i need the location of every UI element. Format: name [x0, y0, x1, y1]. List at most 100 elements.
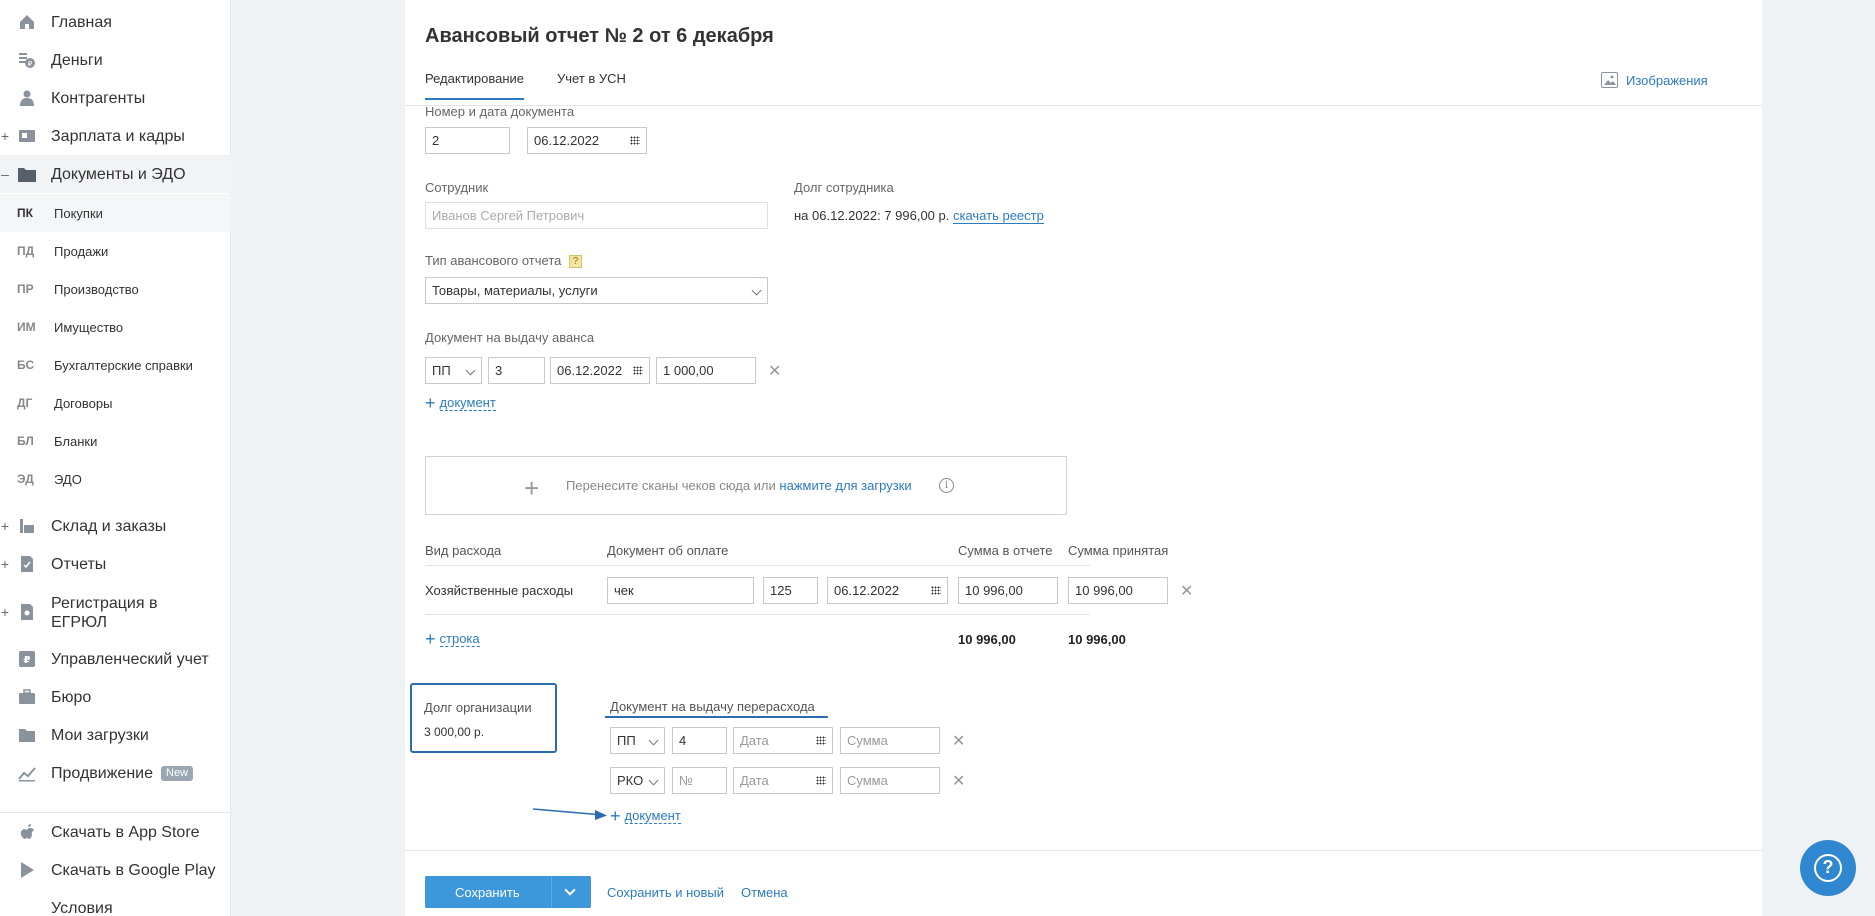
doc-number-input[interactable]: 2 — [425, 127, 510, 154]
remove-row-icon[interactable]: ✕ — [1180, 581, 1193, 601]
expand-toggle[interactable]: + — [0, 604, 10, 620]
org-debt-label: Долг организации — [424, 700, 532, 715]
sidebar-item-terms[interactable]: Условия — [0, 897, 231, 916]
calendar-icon[interactable] — [931, 586, 941, 595]
overspend-date-input-2[interactable]: Дата — [733, 767, 833, 794]
overspend-date-input-1[interactable]: Дата — [733, 727, 833, 754]
payment-doc-date-input[interactable]: 06.12.2022 — [827, 577, 948, 604]
sidebar-subitem-contracts[interactable]: ДГ Договоры — [0, 384, 231, 422]
sidebar-item-reports[interactable]: + Отчеты — [0, 553, 231, 575]
subitem-abbr: ЭД — [17, 472, 34, 486]
sidebar-item-bureau[interactable]: Бюро — [0, 686, 231, 708]
payment-doc-input[interactable]: чек — [607, 577, 754, 604]
doc-date-input[interactable]: 06.12.2022 — [527, 127, 647, 154]
sum-accepted-input[interactable]: 10 996,00 — [1068, 577, 1168, 604]
sidebar-item-registration[interactable]: + Регистрация в ЕГРЮЛ — [0, 592, 231, 632]
overspend-type-select-2[interactable]: РКО — [610, 767, 665, 794]
tab-usn[interactable]: Учет в УСН — [557, 71, 626, 98]
report-type-select[interactable]: Товары, материалы, услуги — [425, 277, 768, 304]
calendar-icon[interactable] — [816, 776, 826, 785]
collapse-toggle[interactable]: – — [0, 166, 10, 182]
chevron-down-icon[interactable] — [564, 884, 576, 896]
sidebar-item-home[interactable]: Главная — [0, 11, 231, 33]
calendar-icon[interactable] — [816, 736, 826, 745]
expand-toggle[interactable]: + — [0, 128, 10, 144]
report-type-label: Тип авансового отчета ? — [425, 253, 582, 268]
sidebar-item-warehouse[interactable]: + Склад и заказы — [0, 515, 231, 537]
upload-hint: Перенесите сканы чеков сюда или нажмите … — [566, 478, 912, 493]
sidebar-item-salary[interactable]: + Зарплата и кадры — [0, 125, 231, 147]
subitem-abbr: ДГ — [17, 396, 33, 410]
sidebar-item-google-play[interactable]: Скачать в Google Play — [0, 859, 231, 881]
add-overspend-document[interactable]: + документ — [610, 807, 681, 825]
overspend-type-1: ПП — [617, 733, 636, 748]
plus-icon: + — [425, 393, 436, 413]
overspend-label-underline — [605, 716, 828, 718]
sidebar-item-my-downloads[interactable]: Мои загрузки — [0, 724, 231, 746]
calendar-icon[interactable] — [633, 366, 643, 375]
save-button[interactable]: Сохранить — [425, 876, 591, 908]
help-button[interactable]: ? — [1800, 840, 1856, 896]
help-hint-icon[interactable]: ? — [568, 255, 582, 268]
add-row-link[interactable]: строка — [439, 631, 480, 647]
report-type-label-text: Тип авансового отчета — [425, 253, 562, 268]
remove-overspend-1-icon[interactable]: ✕ — [952, 731, 965, 751]
sidebar-item-contractors[interactable]: Контрагенты — [0, 87, 231, 109]
payment-doc-number: 125 — [770, 583, 792, 598]
add-row[interactable]: + строка — [425, 630, 480, 648]
table-header-divider — [425, 565, 1090, 566]
save-and-new-link[interactable]: Сохранить и новый — [607, 885, 724, 900]
add-overspend-document-link[interactable]: документ — [624, 808, 681, 824]
reports-icon — [17, 554, 37, 574]
org-debt-value: 3 000,00 р. — [424, 725, 485, 739]
overspend-type-2: РКО — [617, 773, 644, 788]
sidebar-subitem-edo[interactable]: ЭД ЭДО — [0, 460, 231, 498]
remove-overspend-2-icon[interactable]: ✕ — [952, 771, 965, 791]
sidebar-subitem-purchases[interactable]: ПК Покупки — [0, 194, 231, 232]
overspend-sum-input-1[interactable]: Сумма — [840, 727, 940, 754]
money-icon: ₽ — [17, 50, 37, 70]
payment-doc-number-input[interactable]: 125 — [763, 577, 818, 604]
payment-doc-value: чек — [614, 583, 634, 598]
advance-doc-number-input[interactable]: 3 — [488, 357, 545, 384]
sidebar-subitem-property[interactable]: ИМ Имущество — [0, 308, 231, 346]
remove-advance-doc-icon[interactable]: ✕ — [768, 361, 781, 381]
sidebar-item-label: Бюро — [51, 688, 92, 706]
sidebar-subitem-production[interactable]: ПР Производство — [0, 270, 231, 308]
overspend-number-input-1[interactable]: 4 — [672, 727, 727, 754]
sidebar-item-management[interactable]: ₽ Управленческий учет — [0, 648, 231, 670]
sidebar-item-documents[interactable]: – Документы и ЭДО — [0, 155, 231, 193]
receipt-upload-dropzone[interactable]: + Перенесите сканы чеков сюда или нажмит… — [425, 456, 1067, 515]
images-link[interactable]: Изображения — [1601, 72, 1708, 88]
sidebar-item-promotion[interactable]: Продвижение New — [0, 762, 231, 784]
sidebar-subitem-sales[interactable]: ПД Продажи — [0, 232, 231, 270]
footer-divider — [405, 850, 1762, 851]
expand-toggle[interactable]: + — [0, 518, 10, 534]
overspend-sum-input-2[interactable]: Сумма — [840, 767, 940, 794]
sidebar-item-app-store[interactable]: Скачать в App Store — [0, 821, 231, 843]
add-document-link[interactable]: документ — [439, 395, 496, 411]
cancel-link[interactable]: Отмена — [741, 885, 788, 900]
svg-text:₽: ₽ — [24, 655, 31, 666]
advance-doc-type-select[interactable]: ПП — [425, 357, 482, 384]
sum-report-input[interactable]: 10 996,00 — [958, 577, 1058, 604]
advance-doc-amount-input[interactable]: 1 000,00 — [656, 357, 756, 384]
overspend-number-input-2[interactable]: № — [672, 767, 727, 794]
upload-click-link[interactable]: нажмите для загрузки — [779, 478, 911, 493]
info-icon[interactable]: i — [939, 478, 954, 493]
subitem-label: Продажи — [54, 243, 109, 259]
advance-doc-date-input[interactable]: 06.12.2022 — [550, 357, 650, 384]
sidebar-subitem-forms[interactable]: БЛ Бланки — [0, 422, 231, 460]
sidebar-subitem-accounting-notes[interactable]: БС Бухгалтерские справки — [0, 346, 231, 384]
tab-editing[interactable]: Редактирование — [425, 71, 525, 100]
sidebar-item-label: Скачать в Google Play — [51, 861, 216, 879]
download-registry-link[interactable]: скачать реестр — [953, 208, 1044, 224]
sidebar-item-money[interactable]: ₽ Деньги — [0, 49, 231, 71]
expand-toggle[interactable]: + — [0, 556, 10, 572]
advance-report-panel: Авансовый отчет № 2 от 6 декабря Редакти… — [405, 0, 1762, 916]
add-advance-document[interactable]: + документ — [425, 393, 496, 413]
overspend-type-select-1[interactable]: ПП — [610, 727, 665, 754]
calendar-icon[interactable] — [630, 136, 640, 145]
subitem-label: Договоры — [54, 395, 113, 411]
subitem-abbr: БЛ — [17, 434, 34, 448]
